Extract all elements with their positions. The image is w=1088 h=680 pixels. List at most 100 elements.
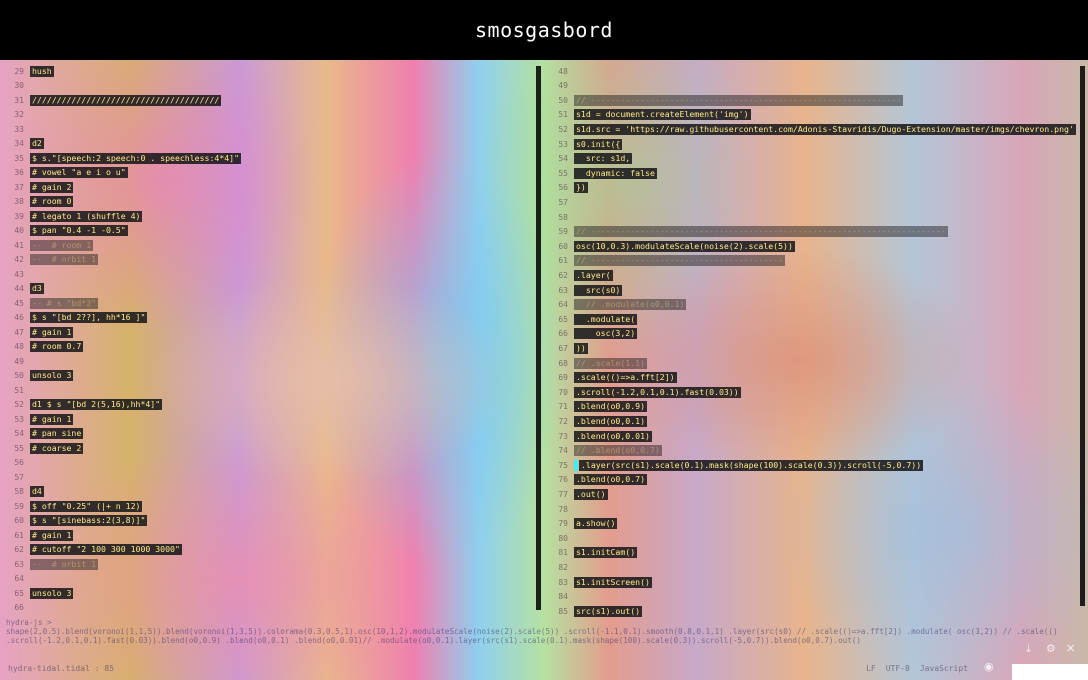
- code-text[interactable]: dynamic: false: [574, 167, 657, 179]
- code-line[interactable]: 57: [0, 470, 30, 484]
- code-text[interactable]: //////////////////////////////////////: [30, 94, 222, 106]
- code-line[interactable]: 33: [0, 122, 30, 136]
- code-line[interactable]: 31 //////////////////////////////////////: [0, 93, 222, 107]
- code-line[interactable]: 82: [544, 560, 574, 574]
- code-line[interactable]: 48: [544, 64, 574, 78]
- code-line[interactable]: 66: [0, 601, 30, 615]
- right-editor-pane[interactable]: 48 49 50 // -------------------------------…: [544, 62, 1088, 617]
- code-line[interactable]: 40 $ pan "0.4 -1 -0.5": [0, 224, 128, 238]
- code-line[interactable]: 64 // .modulate(o0,0.1): [544, 298, 687, 312]
- code-text[interactable]: # gain 2: [30, 181, 74, 193]
- code-line[interactable]: 45 -- # s "bd*2": [0, 296, 99, 310]
- code-line[interactable]: 34 d2: [0, 137, 44, 151]
- left-scrollbar[interactable]: [536, 66, 541, 610]
- code-line[interactable]: 53 s0.init({: [544, 137, 623, 151]
- code-text[interactable]: d4: [30, 486, 44, 497]
- code-line[interactable]: 43: [0, 267, 30, 281]
- code-text[interactable]: # room 0.7: [30, 341, 84, 352]
- code-text[interactable]: $ s."[speech:2 speech:0 . speechless:4*4…: [30, 152, 242, 164]
- code-text[interactable]: # legato 1 (shuffle 4): [30, 210, 143, 222]
- code-text[interactable]: s0.init({: [574, 138, 623, 150]
- code-line[interactable]: 73 .blend(o0,0.01): [544, 429, 652, 443]
- code-text[interactable]: $ s "[bd 2??], hh*16 ]": [30, 312, 148, 323]
- code-line[interactable]: 78: [544, 502, 574, 516]
- code-line[interactable]: 54 # pan sine: [0, 427, 84, 441]
- code-line[interactable]: 79 a.show(): [544, 517, 618, 531]
- code-line[interactable]: 70 .scroll(-1.2,0.1,0.1).fast(0.03)): [544, 385, 741, 399]
- settings-icon[interactable]: ⚙: [1046, 642, 1056, 655]
- code-line[interactable]: 47 # gain 1: [0, 325, 74, 339]
- code-text[interactable]: .blend(o0,0.1): [574, 415, 648, 427]
- code-line[interactable]: 38 # room 0: [0, 195, 74, 209]
- right-scrollbar[interactable]: [1080, 66, 1085, 606]
- code-text[interactable]: s1d = document.createElement('img'): [574, 109, 751, 121]
- code-text[interactable]: # room 0: [30, 196, 74, 207]
- code-line[interactable]: 64: [0, 572, 30, 586]
- code-line[interactable]: 68 // .scale(1.1): [544, 356, 648, 370]
- code-line[interactable]: 53 # gain 1: [0, 412, 74, 426]
- code-text[interactable]: // -------------------------------------…: [574, 255, 786, 267]
- code-text[interactable]: -- # orbit 1: [30, 254, 99, 265]
- code-line[interactable]: 65 .modulate(: [544, 312, 638, 326]
- code-text[interactable]: src(s1).out(): [574, 605, 643, 617]
- code-line[interactable]: 55 dynamic: false: [544, 166, 657, 180]
- code-line[interactable]: 46 $ s "[bd 2??], hh*16 ]": [0, 311, 148, 325]
- code-line[interactable]: 62 .layer(: [544, 268, 613, 282]
- code-line[interactable]: 50 // -----------------------------------…: [544, 93, 904, 107]
- code-line[interactable]: 72 .blend(o0,0.1): [544, 414, 648, 428]
- code-line[interactable]: 56}): [544, 181, 588, 195]
- code-text[interactable]: )): [574, 342, 588, 354]
- code-text[interactable]: unsolo 3: [30, 370, 74, 381]
- hydra-console[interactable]: hydra-js > shape(2,0.5).blend(voronoi(1,…: [6, 618, 1056, 645]
- status-language[interactable]: JavaScript: [920, 664, 968, 673]
- code-line[interactable]: 84: [544, 590, 574, 604]
- code-text[interactable]: s1d.src = 'https://raw.githubusercontent…: [574, 123, 1076, 135]
- code-line[interactable]: 85 src(s1).out(): [544, 604, 643, 618]
- code-text[interactable]: # pan sine: [30, 428, 84, 439]
- code-text[interactable]: .blend(o0,0.7): [574, 474, 648, 486]
- code-line[interactable]: 63 src(s0): [544, 283, 623, 297]
- code-text[interactable]: -- # s "bd*2": [30, 297, 99, 309]
- code-line[interactable]: 32: [0, 108, 30, 122]
- code-text[interactable]: d1 $ s "[bd 2(5,16),hh*4]": [30, 399, 163, 410]
- code-line[interactable]: 67)): [544, 341, 588, 355]
- code-line[interactable]: 61 // -----------------------------------…: [544, 254, 786, 268]
- code-text[interactable]: s1.initScreen(): [574, 576, 652, 588]
- code-line[interactable]: 71 .blend(o0,0.9): [544, 400, 648, 414]
- code-text[interactable]: .out(): [574, 488, 608, 500]
- code-line[interactable]: 50 unsolo 3: [0, 369, 74, 383]
- code-text[interactable]: .layer(src(s1).scale(0.1).mask(shape(100…: [579, 459, 924, 471]
- code-text[interactable]: hush: [30, 65, 54, 77]
- code-line[interactable]: 60 $ s "[sinebass:2(3,8)]": [0, 514, 148, 528]
- code-text[interactable]: .blend(o0,0.01): [574, 430, 652, 442]
- code-text[interactable]: src(s0): [574, 284, 623, 296]
- code-line[interactable]: 37 # gain 2: [0, 180, 74, 194]
- code-line[interactable]: 30: [0, 79, 30, 93]
- code-text[interactable]: // .modulate(o0,0.1): [574, 299, 687, 311]
- code-line[interactable]: 52 s1d.src = 'https://raw.githubuserconte…: [544, 122, 1076, 136]
- code-text[interactable]: -- # orbit 1: [30, 558, 99, 570]
- code-line[interactable]: 44 d3: [0, 282, 44, 296]
- code-text[interactable]: a.show(): [574, 518, 618, 530]
- code-line[interactable]: 63 -- # orbit 1: [0, 557, 99, 571]
- code-line[interactable]: 54 src: s1d,: [544, 152, 633, 166]
- code-line[interactable]: 51 s1d = document.createElement('img'): [544, 108, 751, 122]
- status-line-ending[interactable]: LF: [866, 664, 876, 673]
- code-text[interactable]: .scale(()=>a.fft[2]): [574, 372, 677, 384]
- code-text[interactable]: .scroll(-1.2,0.1,0.1).fast(0.03)): [574, 386, 741, 398]
- code-line[interactable]: 77 .out(): [544, 487, 608, 501]
- code-line[interactable]: 59 $ off "0.25" (|+ n 12): [0, 499, 143, 513]
- code-text[interactable]: unsolo 3: [30, 587, 74, 599]
- code-line[interactable]: 80: [544, 531, 574, 545]
- code-line[interactable]: 58 d4: [0, 485, 44, 499]
- code-line[interactable]: 76 .blend(o0,0.7): [544, 473, 648, 487]
- code-line[interactable]: 35 $ s."[speech:2 speech:0 . speechless:4…: [0, 151, 242, 165]
- code-text[interactable]: d2: [30, 138, 44, 149]
- code-line[interactable]: 69 .scale(()=>a.fft[2]): [544, 371, 677, 385]
- code-line[interactable]: 75 .layer(src(s1).scale(0.1).mask(shape(1…: [544, 458, 924, 472]
- code-line[interactable]: 36 # vowel "a e i o u": [0, 166, 128, 180]
- code-text[interactable]: osc(3,2): [574, 328, 638, 340]
- code-line[interactable]: 65 unsolo 3: [0, 586, 74, 600]
- code-text[interactable]: # vowel "a e i o u": [30, 167, 128, 178]
- code-text[interactable]: d3: [30, 283, 44, 294]
